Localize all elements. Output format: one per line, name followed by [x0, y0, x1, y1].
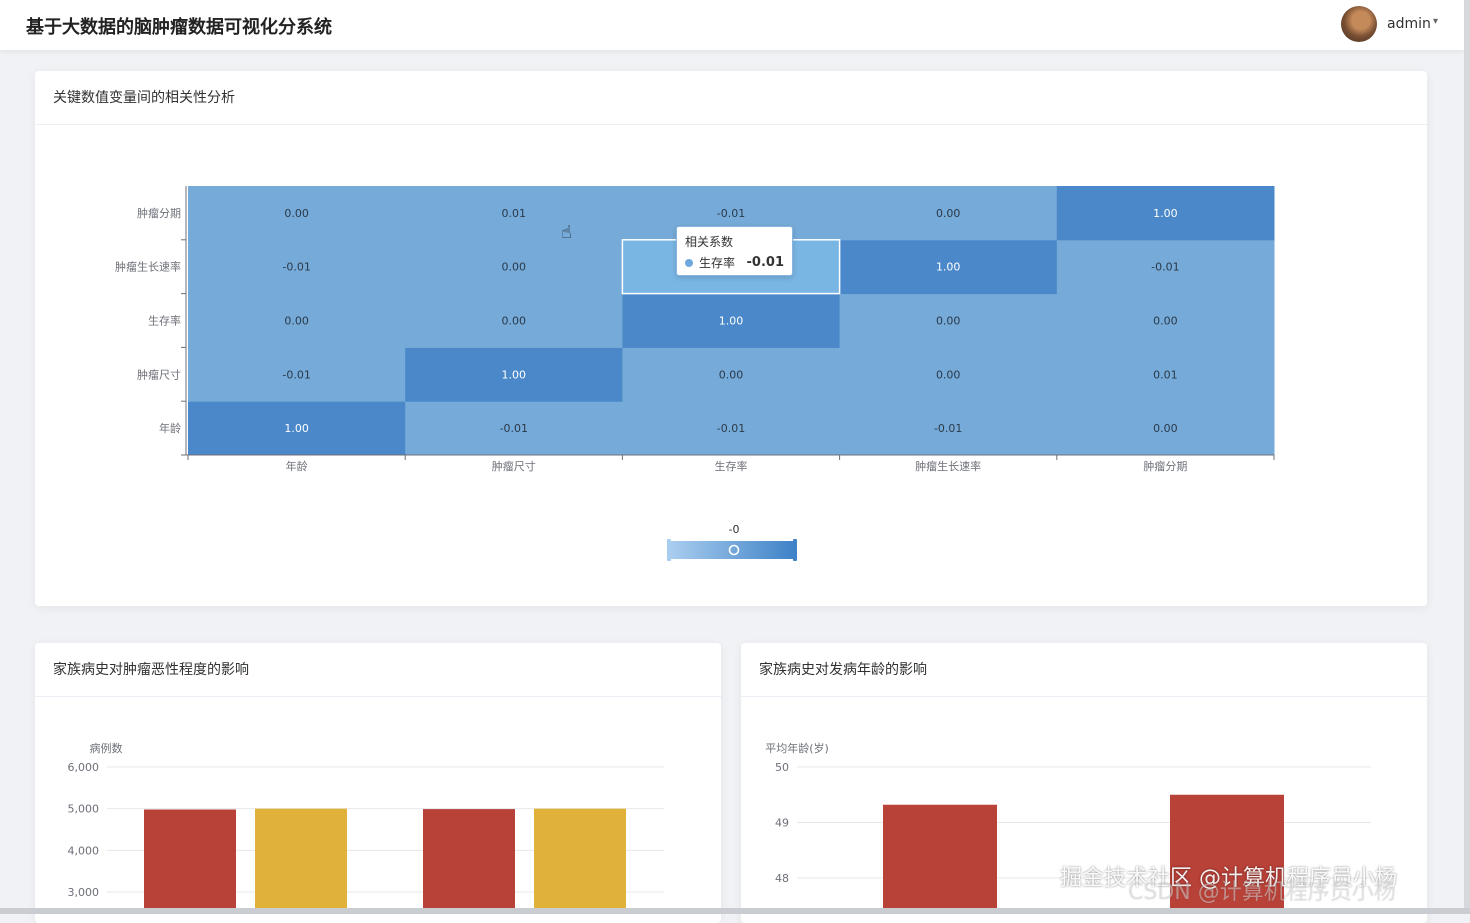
y-axis-title: 病例数 — [90, 741, 123, 755]
bar[interactable] — [144, 809, 236, 915]
bar[interactable] — [534, 808, 626, 914]
watermark-text-secondary: CSDN @计算机程序员小杨 — [1128, 880, 1396, 905]
bar[interactable] — [423, 809, 515, 914]
y-tick-label: 5,000 — [68, 803, 100, 816]
y-tick-label: 50 — [775, 761, 789, 774]
y-tick-label: 6,000 — [68, 761, 100, 774]
y-tick-label: 49 — [775, 817, 789, 830]
bar-charts[interactable]: 3,000 4,000 5,000 6,000 病例数 48 49 50 平均年龄(岁) — [0, 0, 1470, 914]
bar[interactable] — [255, 808, 347, 914]
y-tick-label: 3,000 — [68, 886, 100, 899]
bar[interactable] — [883, 804, 997, 914]
y-tick-label: 48 — [775, 872, 789, 885]
horizontal-scrollbar[interactable] — [0, 908, 1470, 914]
y-axis-title: 平均年龄(岁) — [765, 741, 829, 755]
y-tick-label: 4,000 — [68, 844, 100, 857]
